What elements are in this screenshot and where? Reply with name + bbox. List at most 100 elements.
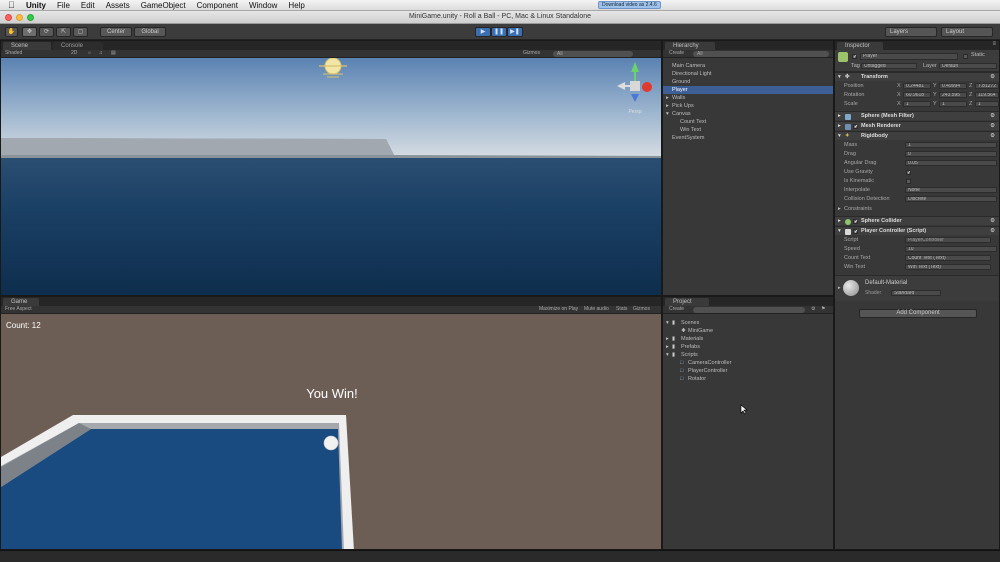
rotation-x-field[interactable]: 60.9618	[903, 92, 931, 98]
mesh-renderer-enabled-checkbox[interactable]: ✓	[853, 124, 858, 130]
play-button[interactable]: ▶	[475, 27, 491, 37]
count-text-field[interactable]: Count Text (Text)	[905, 255, 991, 261]
project-item[interactable]: ▸ ▮ Materials	[663, 335, 833, 343]
menu-assets[interactable]: Assets	[106, 1, 130, 10]
interpolate-dropdown[interactable]: None	[905, 187, 997, 193]
scene-viewport[interactable]: Persp	[1, 58, 662, 296]
position-z-field[interactable]: 7.81272	[975, 83, 999, 89]
menu-component[interactable]: Component	[197, 1, 238, 10]
aspect-dropdown[interactable]: Free Aspect	[5, 306, 32, 313]
transform-header[interactable]: ▾ ✜ Transform ⚙	[835, 72, 999, 81]
foldout-arrow-icon[interactable]: ▾	[838, 227, 841, 236]
position-x-field[interactable]: 0.24481	[903, 83, 931, 89]
foldout-arrow-icon[interactable]: ▸	[838, 285, 841, 291]
component-settings-icon[interactable]: ⚙	[990, 227, 995, 236]
filter-by-type-icon[interactable]: ⚙	[811, 306, 815, 313]
scene-lighting-toggle[interactable]: ☼	[87, 50, 92, 57]
foldout-arrow-icon[interactable]: ▸	[838, 217, 841, 226]
expand-arrow-icon[interactable]: ▸	[666, 94, 669, 102]
scene-effects-toggle[interactable]: ▤	[111, 50, 116, 57]
scene-search-field[interactable]: All	[553, 51, 633, 57]
tab-inspector[interactable]: Inspector	[837, 42, 883, 50]
menu-gameobject[interactable]: GameObject	[141, 1, 186, 10]
game-gizmos-dropdown[interactable]: Gizmos	[633, 306, 650, 313]
hand-tool-button[interactable]: ✋	[5, 27, 18, 37]
sphere-collider-enabled-checkbox[interactable]: ✓	[853, 219, 858, 225]
tab-scene[interactable]: Scene	[3, 42, 51, 50]
project-item[interactable]: □ Rotator	[663, 375, 833, 383]
move-tool-button[interactable]: ✥	[22, 27, 37, 37]
hierarchy-item[interactable]: Main Camera	[663, 62, 833, 70]
shader-dropdown[interactable]: Standard	[891, 290, 941, 296]
hierarchy-search-field[interactable]: All	[693, 51, 829, 57]
component-settings-icon[interactable]: ⚙	[990, 132, 995, 141]
menu-window[interactable]: Window	[249, 1, 277, 10]
rigidbody-header[interactable]: ▾ ✦ Rigidbody ⚙	[835, 131, 999, 140]
angular-drag-field[interactable]: 0.05	[905, 160, 997, 166]
maximize-on-play-toggle[interactable]: Maximize on Play	[539, 306, 578, 313]
component-settings-icon[interactable]: ⚙	[990, 122, 995, 131]
hierarchy-item-selected[interactable]: Player	[663, 86, 833, 94]
scale-z-field[interactable]: 1	[975, 101, 999, 107]
mute-audio-toggle[interactable]: Mute audio	[584, 306, 609, 313]
layer-dropdown[interactable]: Default	[939, 63, 997, 69]
tag-dropdown[interactable]: Untagged	[861, 63, 917, 69]
menu-help[interactable]: Help	[288, 1, 304, 10]
download-video-badge[interactable]: Download video as 2.4.6	[598, 1, 661, 9]
scale-tool-button[interactable]: ⇱	[56, 27, 71, 37]
static-checkbox[interactable]	[963, 54, 968, 59]
scale-x-field[interactable]: 1	[903, 101, 931, 107]
player-controller-header[interactable]: ▾ ✓ Player Controller (Script) ⚙	[835, 226, 999, 235]
is-kinematic-checkbox[interactable]	[906, 178, 911, 184]
collapse-arrow-icon[interactable]: ▾	[666, 351, 669, 359]
component-settings-icon[interactable]: ⚙	[990, 112, 995, 121]
speed-field[interactable]: 10	[905, 246, 997, 252]
position-y-field[interactable]: 0.49994	[939, 83, 967, 89]
menu-file[interactable]: File	[57, 1, 70, 10]
tab-project[interactable]: Project	[665, 298, 709, 306]
add-component-button[interactable]: Add Component	[859, 309, 977, 318]
tab-game[interactable]: Game	[3, 298, 39, 306]
layout-dropdown[interactable]: Layout	[941, 27, 993, 37]
project-item[interactable]: ▾ ▮ Scenes	[663, 319, 833, 327]
stats-toggle[interactable]: Stats	[616, 306, 627, 313]
mesh-renderer-header[interactable]: ▸ ✓ Mesh Renderer ⚙	[835, 121, 999, 130]
menu-app-unity[interactable]: Unity	[26, 1, 46, 10]
persp-label[interactable]: Persp	[628, 109, 641, 115]
hierarchy-item[interactable]: Directional Light	[663, 70, 833, 78]
active-checkbox[interactable]: ✓	[852, 54, 857, 60]
pause-button[interactable]: ❚❚	[491, 27, 507, 37]
tab-console[interactable]: Console	[53, 42, 103, 50]
hierarchy-item[interactable]: ▾ Canvas	[663, 110, 833, 118]
hierarchy-item[interactable]: ▸ Walls	[663, 94, 833, 102]
foldout-arrow-icon[interactable]: ▸	[838, 112, 841, 121]
hierarchy-item[interactable]: Count Text	[663, 118, 833, 126]
material-section[interactable]: Default-Material Shader Standard ▸	[835, 275, 999, 301]
shading-mode-dropdown[interactable]: Shaded	[5, 50, 22, 57]
mesh-filter-header[interactable]: ▸ Sphere (Mesh Filter) ⚙	[835, 111, 999, 120]
player-controller-enabled-checkbox[interactable]: ✓	[853, 229, 858, 235]
step-button[interactable]: ▶❚	[507, 27, 523, 37]
layers-dropdown[interactable]: Layers	[885, 27, 937, 37]
expand-arrow-icon[interactable]: ▸	[666, 102, 669, 110]
hierarchy-item[interactable]: EventSystem	[663, 134, 833, 142]
foldout-arrow-icon[interactable]: ▸	[838, 205, 841, 213]
project-create-dropdown[interactable]: Create	[669, 306, 684, 313]
menu-edit[interactable]: Edit	[81, 1, 95, 10]
rotate-tool-button[interactable]: ⟳	[39, 27, 54, 37]
expand-arrow-icon[interactable]: ▸	[666, 335, 669, 343]
foldout-arrow-icon[interactable]: ▾	[838, 132, 841, 141]
hierarchy-create-dropdown[interactable]: Create	[669, 50, 684, 57]
scale-y-field[interactable]: 1	[939, 101, 967, 107]
project-item[interactable]: ▾ ▮ Scripts	[663, 351, 833, 359]
mass-field[interactable]: 1	[905, 142, 997, 148]
constraints-row[interactable]: ▸ Constraints	[835, 205, 999, 213]
hierarchy-item[interactable]: Ground	[663, 78, 833, 86]
project-item[interactable]: □ CameraController	[663, 359, 833, 367]
pivot-center-button[interactable]: Center	[100, 27, 132, 37]
expand-arrow-icon[interactable]: ▸	[666, 343, 669, 351]
project-search-field[interactable]	[693, 307, 805, 313]
use-gravity-checkbox[interactable]: ✓	[906, 169, 911, 175]
rotation-y-field[interactable]: 243.595	[939, 92, 967, 98]
rotation-z-field[interactable]: 119.564	[975, 92, 999, 98]
